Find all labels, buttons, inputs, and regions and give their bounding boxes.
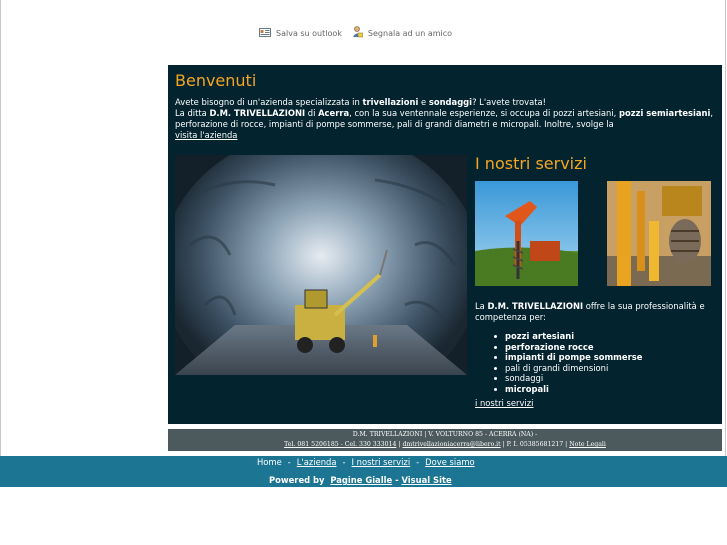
list-item: sondaggi	[494, 373, 642, 384]
main-content-panel: Benvenuti Avete bisogno di un'azienda sp…	[168, 65, 722, 424]
footer-contacts: Tel. 081 5206185 - Cel. 330 333014 | dmt…	[168, 440, 722, 450]
intro-bold-text: trivellazioni	[362, 97, 419, 107]
nav-separator: -	[342, 457, 346, 467]
powered-separator: -	[395, 475, 399, 485]
list-item: impianti di pompe sommerse	[494, 352, 642, 363]
services-description: La D.M. TRIVELLAZIONI offre la sua profe…	[475, 301, 715, 323]
intro-bold-text: D.M. TRIVELLAZIONI	[209, 108, 306, 118]
pagine-gialle-link[interactable]: Pagine Gialle	[330, 475, 392, 485]
drill-rig-photo	[607, 181, 711, 286]
footer-address: D.M. TRIVELLAZIONI | V. VOLTURNO 85 - AC…	[352, 431, 538, 438]
intro-text: ? L'avete trovata!	[472, 97, 547, 107]
save-outlook-button[interactable]: Salva su outlook	[259, 27, 342, 39]
intro-text: Avete bisogno di un'azienda specializzat…	[175, 97, 363, 107]
services-desc-bold: D.M. TRIVELLAZIONI	[487, 301, 584, 311]
page-right-border	[725, 0, 726, 456]
bottom-navbar: Home - L'azienda - I nostri servizi - Do…	[0, 456, 727, 487]
tell-friend-label: Segnala ad un amico	[367, 28, 453, 38]
footer-email-link[interactable]: dmtrivellazioniacerra@libero.it	[402, 441, 500, 448]
intro-text: di	[305, 108, 319, 118]
list-item: micropali	[494, 384, 642, 395]
nav-separator: -	[287, 457, 291, 467]
intro-text: , con la sua ventennale esperienze, si o…	[349, 108, 619, 118]
visual-site-link[interactable]: Visual Site	[401, 475, 451, 485]
nav-links: Home - L'azienda - I nostri servizi - Do…	[257, 457, 481, 467]
intro-text: e	[418, 97, 429, 107]
nav-azienda-link[interactable]: L'azienda	[297, 457, 337, 467]
list-item: pali di grandi dimensioni	[494, 363, 642, 374]
top-toolbar: Salva su outlook Segnala ad un amico	[259, 26, 462, 40]
intro-bold-text: sondaggi	[428, 97, 473, 107]
welcome-intro: Avete bisogno di un'azienda specializzat…	[175, 97, 715, 141]
services-desc-text: La	[475, 301, 488, 311]
outlook-card-icon	[259, 27, 271, 39]
intro-text: La ditta	[175, 108, 210, 118]
nav-servizi-link[interactable]: I nostri servizi	[352, 457, 411, 467]
footer-phone-link[interactable]: Tel. 081 5206185 - Cel. 330 333014	[284, 441, 396, 448]
company-footer: D.M. TRIVELLAZIONI | V. VOLTURNO 85 - AC…	[168, 429, 722, 451]
list-item: perforazione rocce	[494, 342, 642, 353]
nav-separator: -	[416, 457, 420, 467]
services-link[interactable]: i nostri servizi	[475, 398, 533, 408]
services-title: I nostri servizi	[475, 154, 587, 173]
friend-icon	[352, 26, 363, 40]
intro-bold-text: pozzi semiartesiani	[619, 108, 711, 118]
powered-by: Powered by Pagine Gialle - Visual Site	[269, 475, 452, 485]
services-list: pozzi artesiani perforazione rocce impia…	[494, 331, 642, 394]
legal-notes-link[interactable]: Note Legali	[569, 441, 606, 448]
save-outlook-label: Salva su outlook	[276, 28, 342, 38]
list-item: pozzi artesiani	[494, 331, 642, 342]
footer-vat-number: | P. I. 05385681217 |	[500, 441, 570, 448]
visit-company-link[interactable]: visita l'azienda	[175, 130, 237, 140]
powered-by-label: Powered by	[269, 475, 325, 485]
nav-dove-link[interactable]: Dove siamo	[425, 457, 474, 467]
nav-home-link[interactable]: Home	[257, 457, 282, 467]
drill-auger-photo	[475, 181, 578, 286]
welcome-title: Benvenuti	[175, 71, 257, 90]
intro-bold-text: Acerra	[318, 108, 350, 118]
tunnel-photo	[175, 155, 467, 375]
page-left-border	[0, 0, 1, 456]
tell-friend-button[interactable]: Segnala ad un amico	[352, 26, 452, 40]
